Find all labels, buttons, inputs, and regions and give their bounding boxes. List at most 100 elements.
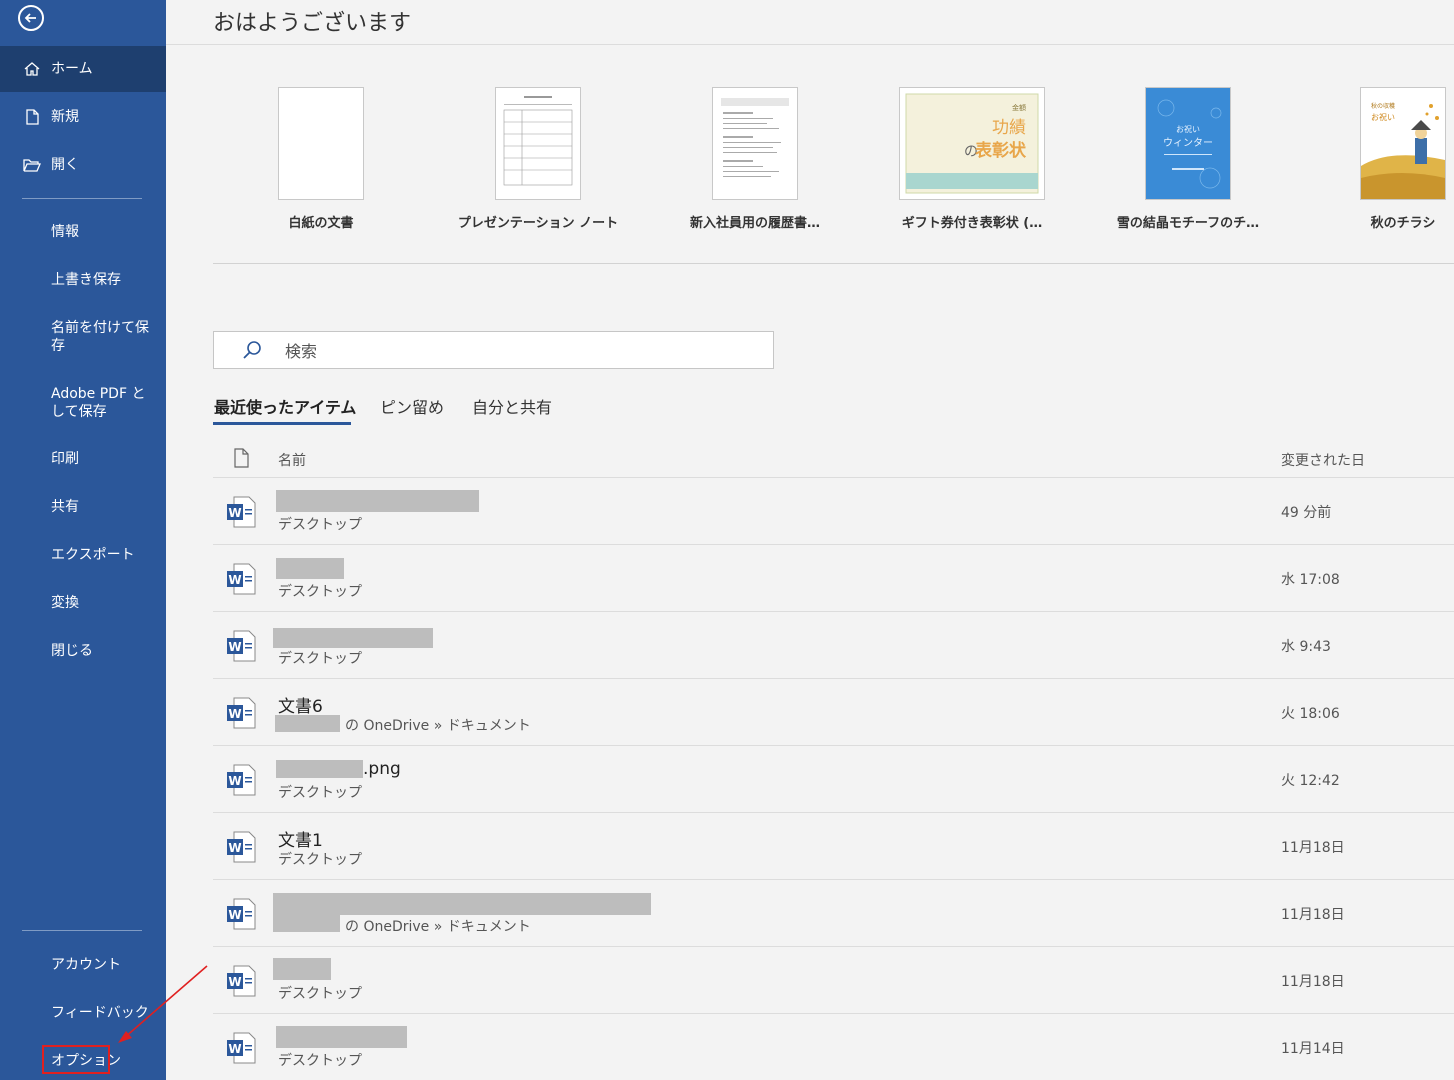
template-thumbnail: 秋の収穫 お祝い — [1360, 87, 1446, 200]
backstage-sidebar: ホーム 新規 開く 情報 上書き保存 名前を付けて保存 Adobe PDF とし… — [0, 0, 166, 1080]
redacted-filename — [273, 958, 331, 980]
template-award-certificate[interactable]: 金額 功績 の 表彰状 ギフト券付き表彰状 (… — [886, 87, 1058, 231]
file-modified-date: 火 12:42 — [1281, 773, 1340, 789]
greeting-title: おはようございます — [213, 11, 412, 36]
table-row[interactable]: W デスクトップ 49 分前 — [213, 478, 1454, 544]
nav-new[interactable]: 新規 — [0, 107, 166, 127]
nav-save-as[interactable]: 名前を付けて保存 — [51, 319, 159, 355]
template-blank[interactable]: 白紙の文書 — [235, 87, 407, 231]
redacted-account-name — [273, 915, 340, 932]
winter-text-2: ウィンター — [1163, 137, 1213, 149]
search-placeholder: 検索 — [285, 342, 318, 361]
autumn-text-2: お祝い — [1371, 112, 1395, 122]
svg-text:W: W — [228, 506, 241, 520]
nav-close[interactable]: 閉じる — [51, 642, 159, 660]
svg-text:W: W — [228, 707, 241, 721]
header-divider — [166, 44, 1454, 45]
svg-text:W: W — [228, 573, 241, 587]
file-modified-date: 火 18:06 — [1281, 706, 1340, 722]
svg-text:W: W — [228, 1042, 241, 1056]
nav-transform[interactable]: 変換 — [51, 594, 159, 612]
award-title-2: 表彰状 — [975, 140, 1027, 161]
file-modified-date: 水 17:08 — [1281, 572, 1340, 588]
tab-recent[interactable]: 最近使ったアイテム — [214, 394, 356, 418]
template-label: 白紙の文書 — [288, 216, 354, 231]
nav-save[interactable]: 上書き保存 — [51, 271, 159, 289]
file-path: の OneDrive » ドキュメント — [345, 718, 531, 734]
template-thumbnail — [712, 87, 798, 200]
word-document-icon: W — [227, 965, 256, 997]
table-row[interactable]: W デスクトップ 11月14日 — [213, 1014, 1454, 1080]
file-path: デスクトップ — [278, 852, 362, 868]
template-resume[interactable]: 新入社員用の履歴書… — [669, 87, 841, 231]
redacted-filename — [273, 628, 433, 648]
template-autumn-flyer[interactable]: 秋の収穫 お祝い 秋のチラシ — [1317, 87, 1454, 231]
template-thumbnail — [495, 87, 581, 200]
tab-shared[interactable]: 自分と共有 — [472, 394, 552, 418]
file-type-header-icon — [234, 448, 249, 468]
sidebar-divider — [22, 930, 142, 931]
table-row[interactable]: W .png デスクトップ 火 12:42 — [213, 746, 1454, 812]
template-snowflake-flyer[interactable]: お祝い ウィンター 雪の結晶モチーフのチ… — [1102, 87, 1274, 231]
file-path: デスクトップ — [278, 986, 362, 1002]
svg-text:W: W — [228, 975, 241, 989]
nav-open[interactable]: 開く — [0, 155, 166, 175]
nav-home[interactable]: ホーム — [0, 46, 166, 92]
file-name: .png — [363, 759, 401, 779]
table-row[interactable]: W 文書6 の OneDrive » ドキュメント 火 18:06 — [213, 679, 1454, 745]
word-document-icon: W — [227, 697, 256, 729]
search-box[interactable]: 検索 — [213, 331, 774, 369]
options-highlight-box — [42, 1045, 110, 1074]
nav-home-label: ホーム — [51, 61, 93, 77]
autumn-text-1: 秋の収穫 — [1371, 102, 1395, 110]
word-document-icon: W — [227, 898, 256, 930]
table-row[interactable]: W の OneDrive » ドキュメント 11月18日 — [213, 880, 1454, 946]
file-path: デスクトップ — [278, 651, 362, 667]
folder-open-icon — [22, 155, 42, 175]
redacted-filename — [276, 490, 479, 512]
nav-export[interactable]: エクスポート — [51, 546, 159, 564]
file-name: 文書1 — [278, 831, 323, 851]
word-document-icon: W — [227, 496, 256, 528]
template-label: プレゼンテーション ノート — [457, 216, 619, 231]
templates-divider — [213, 263, 1454, 264]
nav-new-label: 新規 — [51, 109, 79, 125]
column-header-name[interactable]: 名前 — [278, 450, 306, 470]
nav-print[interactable]: 印刷 — [51, 450, 159, 468]
table-row[interactable]: W 文書1 デスクトップ 11月18日 — [213, 813, 1454, 879]
svg-text:W: W — [228, 908, 241, 922]
table-row[interactable]: W デスクトップ 水 9:43 — [213, 612, 1454, 678]
template-thumbnail: 金額 功績 の 表彰状 — [899, 87, 1045, 200]
nav-adobe-pdf[interactable]: Adobe PDF として保存 — [51, 385, 159, 421]
winter-text-1: お祝い — [1176, 124, 1200, 134]
template-label: 雪の結晶モチーフのチ… — [1116, 216, 1260, 231]
file-modified-date: 11月18日 — [1281, 840, 1345, 856]
table-row[interactable]: W デスクトップ 水 17:08 — [213, 545, 1454, 611]
redacted-filename — [273, 893, 651, 915]
column-header-modified[interactable]: 変更された日 — [1281, 450, 1365, 470]
word-document-icon: W — [227, 831, 256, 863]
svg-text:W: W — [228, 841, 241, 855]
file-modified-date: 49 分前 — [1281, 505, 1332, 521]
new-document-icon — [22, 107, 42, 127]
file-path: デスクトップ — [278, 1053, 362, 1069]
table-row[interactable]: W デスクトップ 11月18日 — [213, 947, 1454, 1013]
award-title-1: 功績 — [992, 118, 1026, 138]
award-small-text: 金額 — [1012, 103, 1026, 112]
back-arrow-icon — [24, 13, 36, 23]
tab-pinned[interactable]: ピン留め — [380, 394, 444, 418]
file-path: の OneDrive » ドキュメント — [345, 919, 531, 935]
nav-share[interactable]: 共有 — [51, 498, 159, 516]
file-modified-date: 11月18日 — [1281, 974, 1345, 990]
sidebar-divider — [22, 198, 142, 199]
back-button[interactable] — [18, 5, 44, 31]
file-name: 文書6 — [278, 697, 323, 717]
search-icon — [243, 341, 261, 359]
file-path: デスクトップ — [278, 517, 362, 533]
template-label: 新入社員用の履歴書… — [689, 216, 820, 231]
template-thumbnail: お祝い ウィンター — [1145, 87, 1231, 200]
nav-info[interactable]: 情報 — [51, 223, 159, 241]
redacted-filename — [276, 558, 344, 579]
file-modified-date: 11月14日 — [1281, 1041, 1345, 1057]
template-presentation-notes[interactable]: プレゼンテーション ノート — [452, 87, 624, 231]
